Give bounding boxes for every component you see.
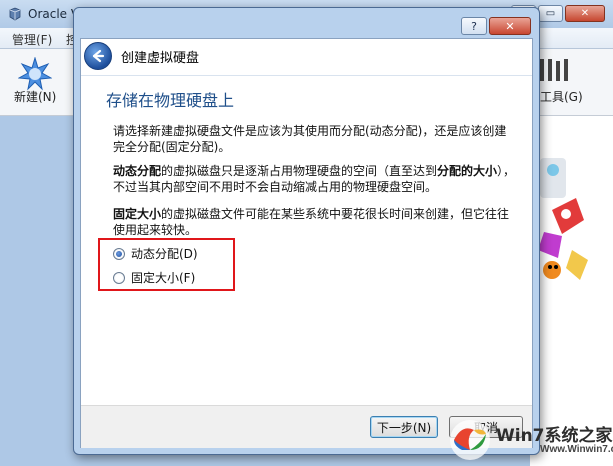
wizard-title: 创建虚拟硬盘 bbox=[121, 51, 200, 66]
tools-icon[interactable] bbox=[538, 57, 574, 85]
radio-fixed-size[interactable]: 固定大小(F) bbox=[113, 269, 195, 286]
fixed-description: 固定大小的虚拟磁盘文件可能在某些系统中要花很长时间来创建，但它往往使用起来较快。 bbox=[113, 206, 518, 238]
intro-paragraph: 请选择新建虚拟硬盘文件是应该为其使用而分配(动态分配)，还是应该创建完全分配(固… bbox=[113, 124, 507, 154]
dialog-window-controls: ? ✕ bbox=[461, 17, 531, 35]
back-button[interactable] bbox=[84, 42, 112, 70]
allocated-size-term: 分配的大小 bbox=[437, 164, 498, 178]
page-heading: 存储在物理硬盘上 bbox=[106, 91, 235, 110]
dynamic-description: 动态分配的虚拟磁盘只是逐渐占用物理硬盘的空间（直至达到分配的大小），不过当其内部… bbox=[113, 163, 518, 195]
virtualbox-app-icon bbox=[9, 7, 21, 21]
radio-button-checked[interactable] bbox=[113, 247, 125, 260]
back-arrow-icon bbox=[92, 49, 105, 63]
tools-label[interactable]: 工具(G) bbox=[540, 88, 583, 105]
fixed-text: 的虚拟磁盘文件可能在某些系统中要花很长时间来创建，但它往往使用起来较快。 bbox=[113, 207, 510, 237]
radio-button-unchecked[interactable] bbox=[113, 271, 125, 284]
next-button[interactable]: 下一步(N) bbox=[370, 416, 438, 438]
manager-title: Oracle V bbox=[28, 7, 80, 21]
radio-fixed-label[interactable]: 固定大小(F) bbox=[131, 269, 195, 286]
watermark-url: Www.Winwin7.com bbox=[540, 444, 613, 455]
radio-dynamic-allocation[interactable]: 动态分配(D) bbox=[113, 245, 198, 262]
watermark-brand: Win7系统之家 bbox=[496, 426, 613, 446]
wizard-page: 创建虚拟硬盘 存储在物理硬盘上 请选择新建虚拟硬盘文件是应该为其使用而分配(动态… bbox=[80, 38, 533, 448]
manager-close-button[interactable]: ✕ bbox=[565, 5, 605, 22]
virtualbox-mascot-illustration bbox=[538, 158, 588, 280]
dialog-close-button[interactable]: ✕ bbox=[489, 17, 531, 35]
dynamic-term: 动态分配 bbox=[113, 164, 162, 178]
header-divider bbox=[81, 75, 532, 76]
maximize-button[interactable]: ▭ bbox=[538, 5, 563, 22]
new-vm-icon[interactable] bbox=[18, 57, 52, 91]
radio-dynamic-label[interactable]: 动态分配(D) bbox=[131, 245, 198, 262]
dynamic-text-1: 的虚拟磁盘只是逐渐占用物理硬盘的空间（直至达到 bbox=[161, 164, 438, 178]
create-virtual-disk-dialog: ? ✕ 创建虚拟硬盘 存储在物理硬盘上 请选择新建虚拟硬盘文件是应该为其使用而分… bbox=[73, 7, 540, 455]
help-button[interactable]: ? bbox=[461, 17, 487, 35]
fixed-term: 固定大小 bbox=[113, 207, 162, 221]
menu-manage[interactable]: 管理(F) bbox=[12, 31, 52, 48]
new-vm-label[interactable]: 新建(N) bbox=[14, 88, 56, 105]
